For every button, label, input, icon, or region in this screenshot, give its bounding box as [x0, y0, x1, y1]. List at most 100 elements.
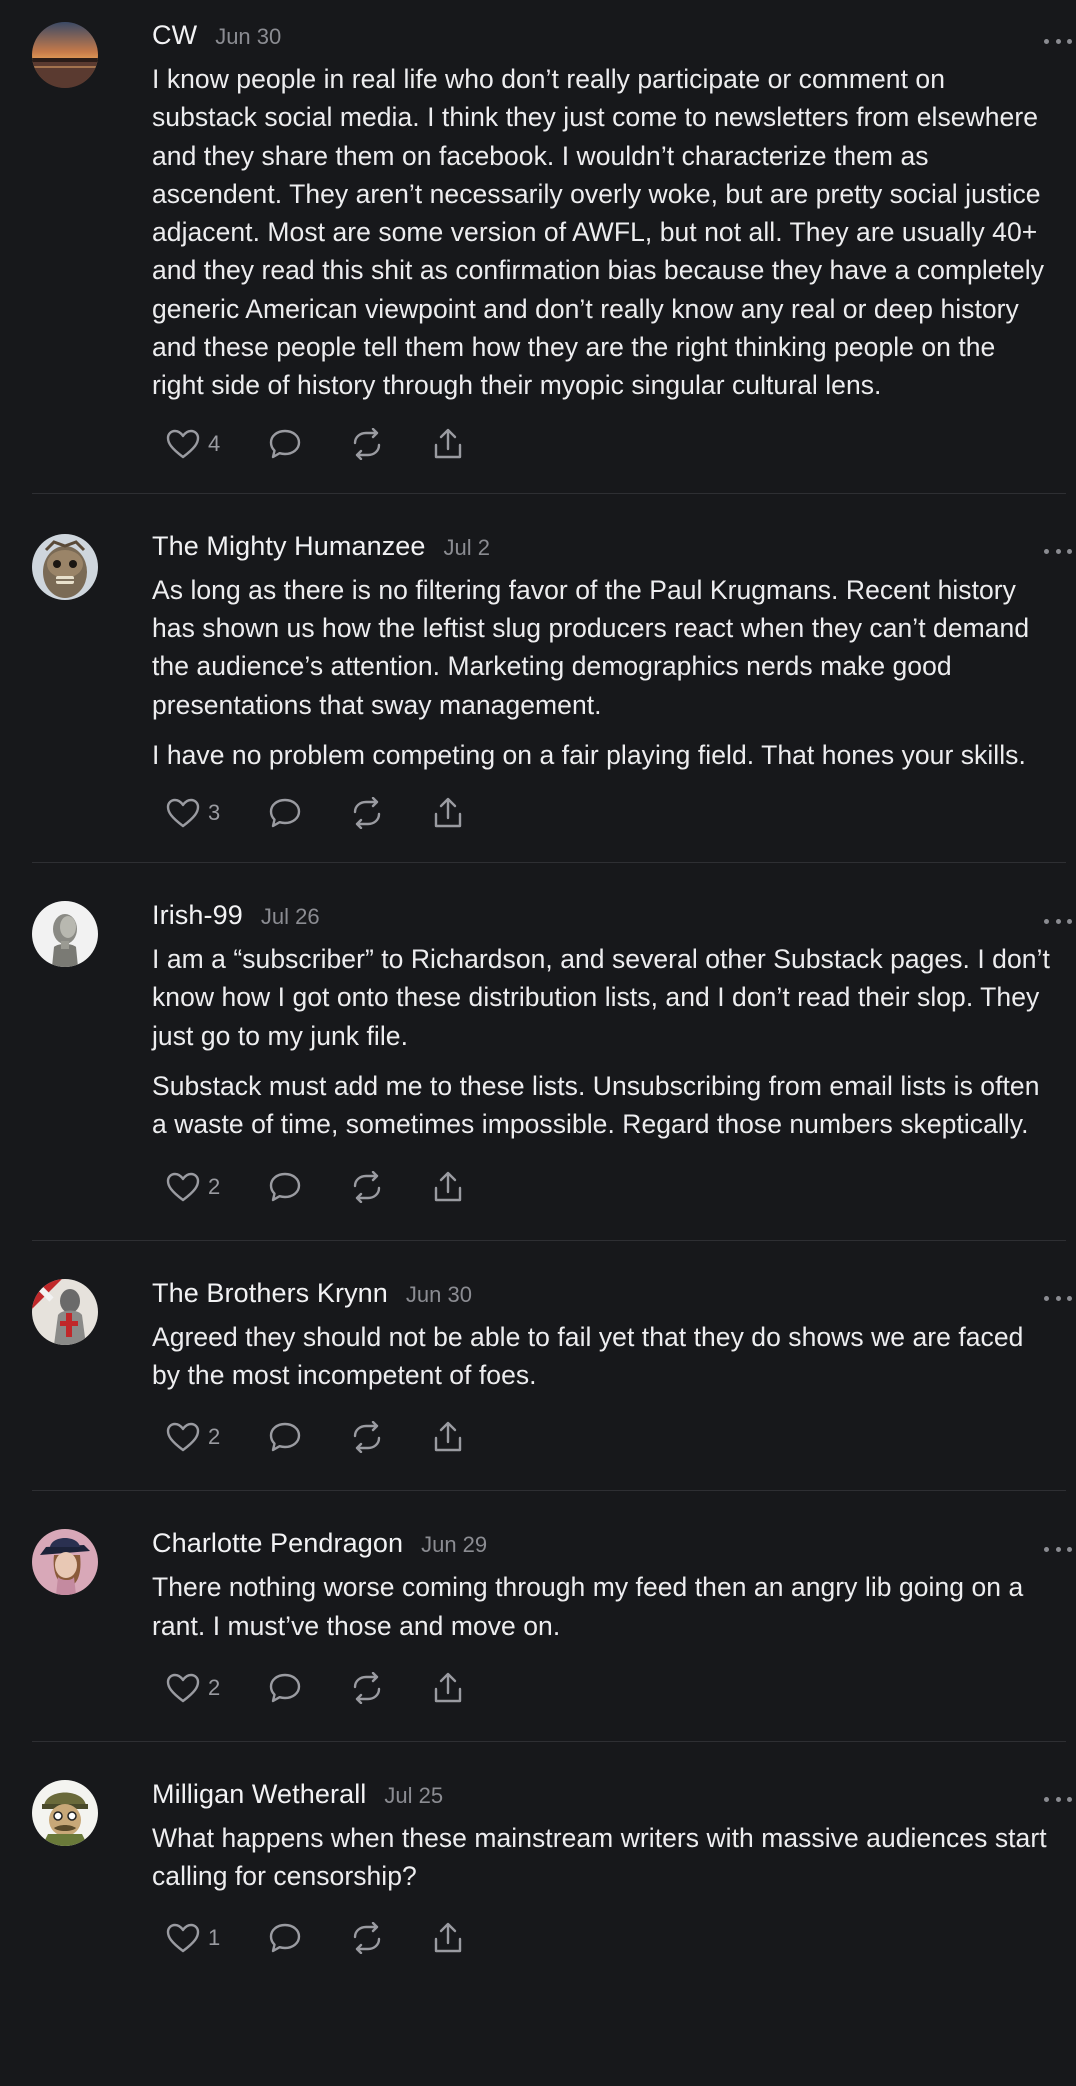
- like-button[interactable]: 2: [166, 1673, 220, 1703]
- like-button[interactable]: 3: [166, 798, 220, 828]
- restack-icon: [354, 1922, 381, 1955]
- comment-bubble-icon: [270, 1673, 301, 1703]
- comment-date[interactable]: Jun 29: [421, 1532, 487, 1558]
- comment-paragraph: What happens when these mainstream write…: [152, 1822, 1047, 1892]
- restack-button[interactable]: [350, 1170, 384, 1203]
- comment: CW Jun 30 I know people in real life who…: [32, 0, 1072, 494]
- share-button[interactable]: [432, 428, 464, 460]
- comment: Milligan Wetherall Jul 25 What happens w…: [32, 1742, 1072, 1974]
- comment-author[interactable]: The Brothers Krynn: [152, 1278, 388, 1309]
- comment-date[interactable]: Jul 25: [384, 1783, 443, 1809]
- comment-actions: 2: [166, 1402, 1054, 1472]
- comment: The Brothers Krynn Jun 30 Agreed they sh…: [32, 1241, 1072, 1492]
- comment-body: There nothing worse coming through my fe…: [152, 1568, 1054, 1645]
- reply-button[interactable]: [268, 1672, 302, 1704]
- reply-button[interactable]: [268, 1421, 302, 1453]
- comment: Irish-99 Jul 26 I am a “subscriber” to R…: [32, 863, 1072, 1241]
- more-options-icon[interactable]: [1044, 1544, 1072, 1554]
- share-icon: [435, 1171, 462, 1201]
- reply-button[interactable]: [268, 1171, 302, 1203]
- like-button[interactable]: 2: [166, 1422, 220, 1452]
- comment-date[interactable]: Jul 26: [261, 904, 320, 930]
- comment-date[interactable]: Jun 30: [406, 1282, 472, 1308]
- comment-body: Agreed they should not be able to fail y…: [152, 1318, 1054, 1395]
- comment-date[interactable]: Jul 2: [444, 535, 490, 561]
- more-options-icon[interactable]: [1044, 547, 1072, 557]
- share-icon: [435, 1672, 462, 1703]
- comment-body: I am a “subscriber” to Richardson, and s…: [152, 940, 1054, 1143]
- comment-body: As long as there is no filtering favor o…: [152, 571, 1054, 774]
- reply-button[interactable]: [268, 428, 302, 460]
- like-count: 3: [208, 800, 221, 826]
- heart-icon: [166, 798, 200, 828]
- comment-actions: 3: [166, 778, 1054, 848]
- comment-author[interactable]: Irish-99: [152, 900, 243, 931]
- comment-paragraph: Agreed they should not be able to fail y…: [152, 1321, 1024, 1390]
- share-button[interactable]: [432, 1171, 464, 1203]
- heart-icon: [166, 429, 200, 458]
- comment: The Mighty Humanzee Jul 2 As long as the…: [32, 494, 1072, 864]
- comment-paragraph: I am a “subscriber” to Richardson, and s…: [152, 944, 1050, 1051]
- comment-author[interactable]: Milligan Wetherall: [152, 1779, 366, 1810]
- bust-avatar[interactable]: [32, 901, 98, 968]
- comment-paragraph: Substack must add me to these lists. Uns…: [152, 1071, 1040, 1140]
- restack-button[interactable]: [350, 797, 384, 830]
- comment-author[interactable]: The Mighty Humanzee: [152, 531, 426, 562]
- comment-actions: 1: [166, 1903, 1054, 1973]
- comment-paragraph: I have no problem competing on a fair pl…: [152, 739, 1026, 770]
- more-options-icon[interactable]: [1044, 1294, 1072, 1304]
- comment-bubble-icon: [270, 798, 301, 828]
- mask-avatar[interactable]: [32, 533, 98, 600]
- restack-icon: [354, 1421, 381, 1454]
- share-button[interactable]: [432, 1672, 464, 1704]
- restack-icon: [354, 427, 381, 460]
- restack-icon: [354, 797, 381, 830]
- share-icon: [435, 1422, 462, 1452]
- cartoon-avatar[interactable]: [32, 1779, 98, 1846]
- like-count: 1: [208, 1925, 221, 1951]
- like-button[interactable]: 2: [166, 1172, 220, 1202]
- comment-body: I know people in real life who don’t rea…: [152, 60, 1054, 405]
- comment-date[interactable]: Jun 30: [215, 24, 281, 50]
- restack-button[interactable]: [350, 1671, 384, 1704]
- portrait-avatar[interactable]: [32, 1529, 98, 1596]
- share-button[interactable]: [432, 1421, 464, 1453]
- comment-bubble-icon: [270, 1924, 301, 1953]
- more-options-icon[interactable]: [1044, 1795, 1072, 1805]
- restack-icon: [354, 1671, 381, 1704]
- restack-button[interactable]: [350, 427, 384, 460]
- comment-paragraph: I know people in real life who don’t rea…: [152, 64, 1045, 401]
- comment-bubble-icon: [270, 429, 301, 458]
- restack-button[interactable]: [350, 1421, 384, 1454]
- comment-actions: 2: [166, 1653, 1054, 1723]
- share-button[interactable]: [432, 797, 464, 829]
- like-button[interactable]: 1: [166, 1923, 220, 1953]
- comment-actions: 4: [166, 409, 1054, 479]
- share-icon: [435, 428, 462, 458]
- comment-actions: 2: [166, 1152, 1054, 1222]
- comment-feed: CW Jun 30 I know people in real life who…: [0, 0, 1076, 1973]
- heart-icon: [166, 1673, 200, 1703]
- comment-author[interactable]: CW: [152, 20, 197, 51]
- more-options-icon[interactable]: [1044, 916, 1072, 926]
- heart-icon: [166, 1423, 200, 1452]
- comment-bubble-icon: [270, 1423, 301, 1452]
- knight-avatar[interactable]: [32, 1278, 98, 1345]
- heart-icon: [166, 1924, 200, 1953]
- comment-author[interactable]: Charlotte Pendragon: [152, 1528, 403, 1559]
- reply-button[interactable]: [268, 1922, 302, 1954]
- like-button[interactable]: 4: [166, 429, 220, 459]
- reply-button[interactable]: [268, 797, 302, 829]
- share-icon: [435, 797, 462, 828]
- restack-icon: [354, 1170, 381, 1203]
- heart-icon: [166, 1172, 200, 1201]
- share-button[interactable]: [432, 1922, 464, 1954]
- like-count: 2: [208, 1424, 221, 1450]
- sunset-lake-avatar[interactable]: [32, 22, 98, 88]
- restack-button[interactable]: [350, 1922, 384, 1955]
- comment-body: What happens when these mainstream write…: [152, 1819, 1054, 1896]
- like-count: 2: [208, 1173, 221, 1199]
- share-icon: [435, 1923, 462, 1953]
- more-options-icon[interactable]: [1044, 36, 1072, 46]
- comment-paragraph: As long as there is no filtering favor o…: [152, 574, 1030, 720]
